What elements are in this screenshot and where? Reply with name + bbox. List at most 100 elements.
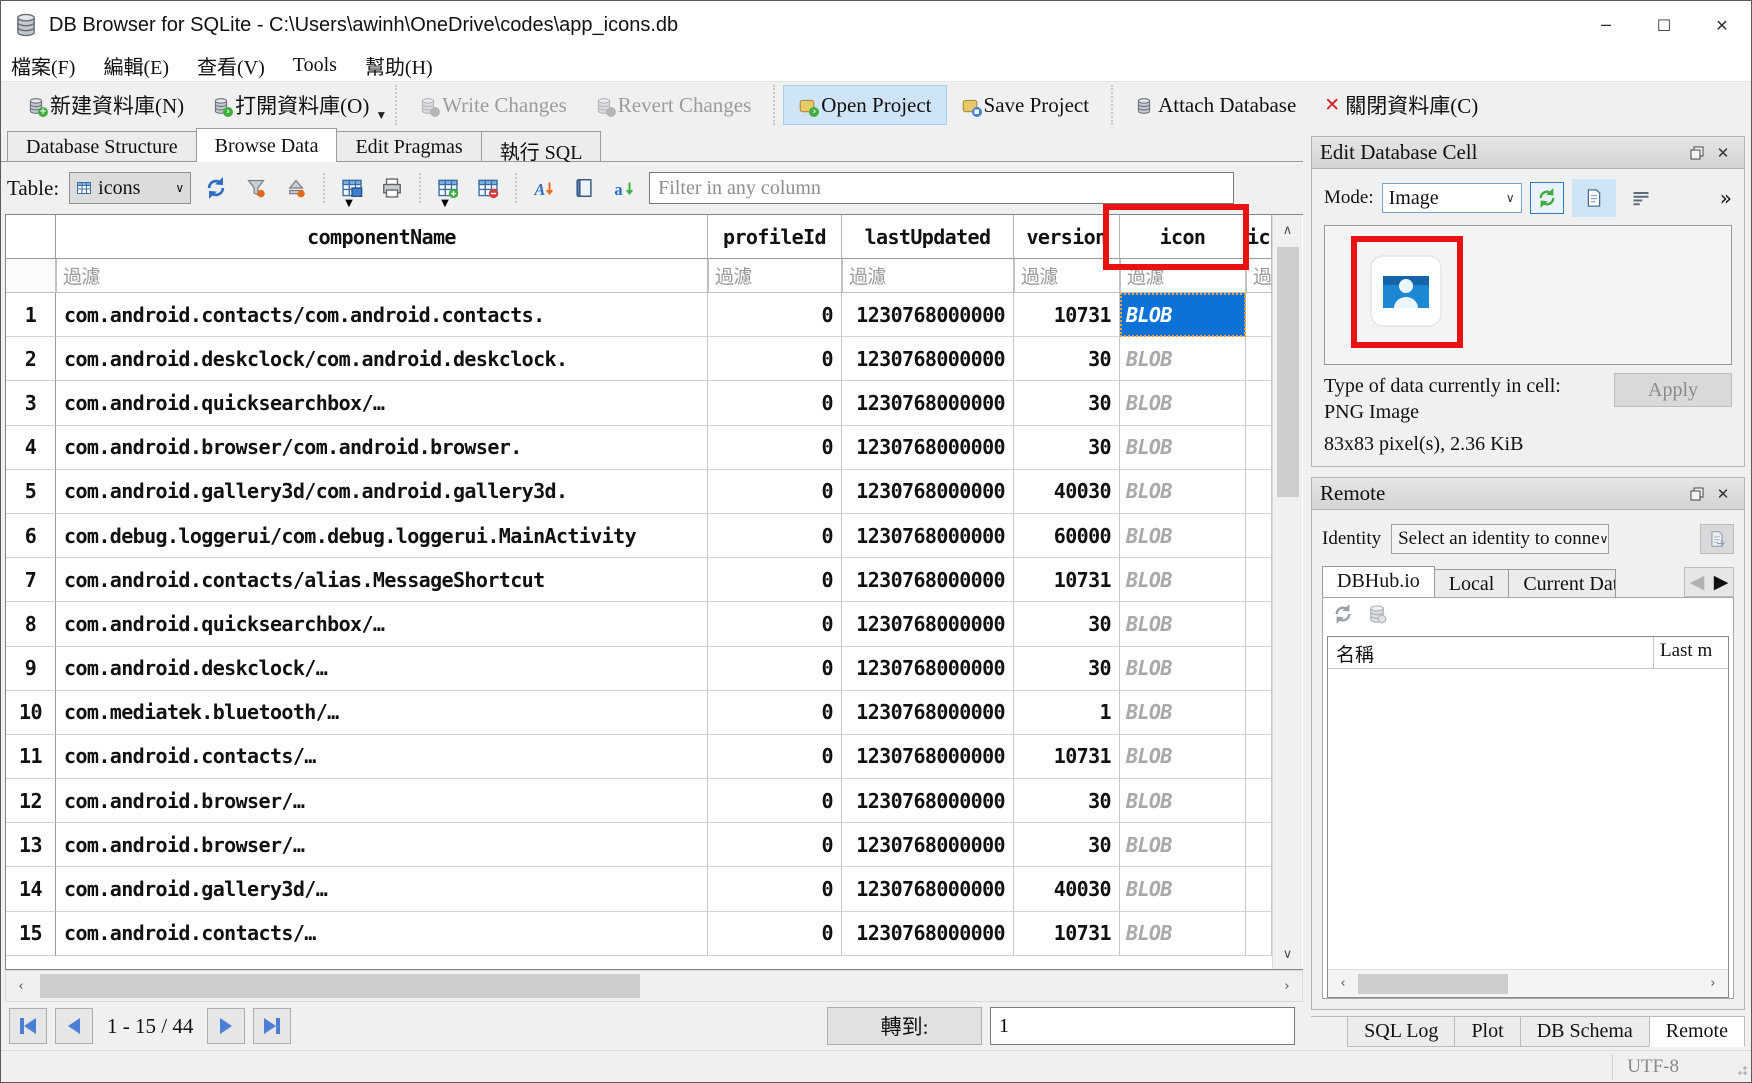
row-number[interactable]: 14	[6, 867, 56, 911]
column-header-componentName[interactable]: componentName	[56, 215, 708, 259]
tab-browse-data[interactable]: Browse Data	[196, 128, 338, 162]
delete-record-button[interactable]	[473, 173, 503, 203]
identity-select[interactable]: Select an identity to conne ∨	[1391, 524, 1609, 554]
cell-version[interactable]: 30	[1014, 426, 1120, 470]
cell-componentName[interactable]: com.android.browser/…	[56, 823, 708, 867]
dock-tab-sql-log[interactable]: SQL Log	[1347, 1017, 1455, 1047]
row-number[interactable]: 11	[6, 735, 56, 779]
new-database-button[interactable]: + 新建資料庫(N)	[13, 85, 198, 125]
apply-button[interactable]: Apply	[1614, 373, 1732, 407]
row-number[interactable]: 3	[6, 381, 56, 425]
cell-icon[interactable]: BLOB	[1120, 514, 1246, 558]
row-number[interactable]: 8	[6, 602, 56, 646]
cell-icon[interactable]: BLOB	[1120, 337, 1246, 381]
row-number[interactable]: 5	[6, 470, 56, 514]
cell-lastUpdated[interactable]: 1230768000000	[842, 867, 1014, 911]
dock-tab-plot[interactable]: Plot	[1454, 1017, 1520, 1047]
cell-lastUpdated[interactable]: 1230768000000	[842, 735, 1014, 779]
table-selector[interactable]: icons ∨	[69, 172, 191, 204]
cell-profileId[interactable]: 0	[708, 912, 842, 956]
cell-lastUpdated[interactable]: 1230768000000	[842, 514, 1014, 558]
cell-profileId[interactable]: 0	[708, 470, 842, 514]
text-view-button[interactable]	[1572, 179, 1616, 217]
tab-scroll-right-icon[interactable]: ▶	[1709, 568, 1733, 596]
cell-lastUpdated[interactable]: 1230768000000	[842, 470, 1014, 514]
cell-profileId[interactable]: 0	[708, 337, 842, 381]
cell-version[interactable]: 30	[1014, 647, 1120, 691]
cell-lastUpdated[interactable]: 1230768000000	[842, 912, 1014, 956]
cell-icon[interactable]: BLOB	[1120, 823, 1246, 867]
close-database-button[interactable]: ✕ 關閉資料庫(C)	[1310, 85, 1492, 125]
cell-profileId[interactable]: 0	[708, 691, 842, 735]
scroll-right-icon[interactable]: ›	[1698, 969, 1728, 999]
cell-icon[interactable]: BLOB	[1120, 470, 1246, 514]
dropdown-caret-icon[interactable]: ▼	[345, 198, 353, 209]
cell-version[interactable]: 10731	[1014, 912, 1120, 956]
word-wrap-button[interactable]	[1624, 182, 1658, 214]
row-number[interactable]: 2	[6, 337, 56, 381]
mode-select[interactable]: Image ∨	[1382, 183, 1522, 213]
cell-componentName[interactable]: com.android.contacts/…	[56, 735, 708, 779]
cell-profileId[interactable]: 0	[708, 558, 842, 602]
cell-componentName[interactable]: com.android.gallery3d/com.android.galler…	[56, 470, 708, 514]
open-project-button[interactable]: › Open Project	[783, 85, 946, 125]
cell-profileId[interactable]: 0	[708, 381, 842, 425]
column-header-profileId[interactable]: profileId	[708, 215, 842, 259]
cell-componentName[interactable]: com.android.deskclock/…	[56, 647, 708, 691]
cell-profileId[interactable]: 0	[708, 602, 842, 646]
cell-version[interactable]: 30	[1014, 779, 1120, 823]
cell-lastUpdated[interactable]: 1230768000000	[842, 779, 1014, 823]
filter-overflow[interactable]: 過濾	[1246, 259, 1272, 293]
row-number[interactable]: 12	[6, 779, 56, 823]
tree-body-empty[interactable]	[1328, 669, 1728, 969]
close-dock-icon[interactable]: ✕	[1710, 142, 1736, 164]
cell-profileId[interactable]: 0	[708, 823, 842, 867]
dropdown-caret-icon[interactable]: ▼	[441, 198, 449, 209]
cell-version[interactable]: 60000	[1014, 514, 1120, 558]
cell-componentName[interactable]: com.mediatek.bluetooth/…	[56, 691, 708, 735]
write-changes-button[interactable]: Write Changes	[405, 85, 581, 125]
filter-lastUpdated[interactable]: 過濾	[842, 259, 1014, 293]
cell-profileId[interactable]: 0	[708, 647, 842, 691]
tab-local[interactable]: Local	[1434, 569, 1510, 597]
cell-version[interactable]: 30	[1014, 337, 1120, 381]
cell-lastUpdated[interactable]: 1230768000000	[842, 823, 1014, 867]
minimize-button[interactable]: ─	[1577, 1, 1635, 49]
last-page-button[interactable]	[253, 1008, 291, 1044]
tab-execute-sql[interactable]: 執行 SQL	[481, 131, 602, 161]
tree-horizontal-scrollbar[interactable]: ‹ ›	[1328, 969, 1728, 997]
filter-profileId[interactable]: 過濾	[708, 259, 842, 293]
filter-icon[interactable]: 過濾	[1120, 259, 1246, 293]
column-header-version[interactable]: version	[1014, 215, 1120, 259]
filter-version[interactable]: 過濾	[1014, 259, 1120, 293]
import-data-button[interactable]	[1530, 182, 1564, 214]
cell-componentName[interactable]: com.debug.loggerui/com.debug.loggerui.Ma…	[56, 514, 708, 558]
cell-version[interactable]: 10731	[1014, 293, 1120, 337]
cell-version[interactable]: 40030	[1014, 470, 1120, 514]
reference-book-button[interactable]	[569, 173, 599, 203]
cell-profileId[interactable]: 0	[708, 293, 842, 337]
cell-icon[interactable]: BLOB	[1120, 381, 1246, 425]
open-database-dropdown[interactable]: ▼	[375, 108, 387, 123]
cell-version[interactable]: 1	[1014, 691, 1120, 735]
column-header-overflow[interactable]: ic	[1246, 215, 1272, 259]
row-number[interactable]: 1	[6, 293, 56, 337]
goto-record-input[interactable]	[990, 1007, 1295, 1045]
row-number[interactable]: 7	[6, 558, 56, 602]
previous-page-button[interactable]	[55, 1008, 93, 1044]
tree-header-last-modified[interactable]: Last m	[1654, 637, 1728, 668]
cell-icon[interactable]: BLOB	[1120, 691, 1246, 735]
scroll-right-icon[interactable]: ›	[1272, 971, 1302, 1001]
tab-database-structure[interactable]: Database Structure	[7, 131, 197, 161]
menu-tools[interactable]: Tools	[293, 54, 337, 77]
cell-icon[interactable]: BLOB	[1120, 779, 1246, 823]
horizontal-scrollbar[interactable]: ‹ ›	[5, 970, 1303, 1002]
vertical-scroll-thumb[interactable]	[1277, 247, 1299, 497]
row-number[interactable]: 9	[6, 647, 56, 691]
column-header-lastUpdated[interactable]: lastUpdated	[842, 215, 1014, 259]
tab-dbhub[interactable]: DBHub.io	[1322, 566, 1435, 597]
dock-tab-remote[interactable]: Remote	[1649, 1017, 1745, 1047]
cell-lastUpdated[interactable]: 1230768000000	[842, 337, 1014, 381]
cell-icon[interactable]: BLOB	[1120, 912, 1246, 956]
row-number[interactable]: 10	[6, 691, 56, 735]
